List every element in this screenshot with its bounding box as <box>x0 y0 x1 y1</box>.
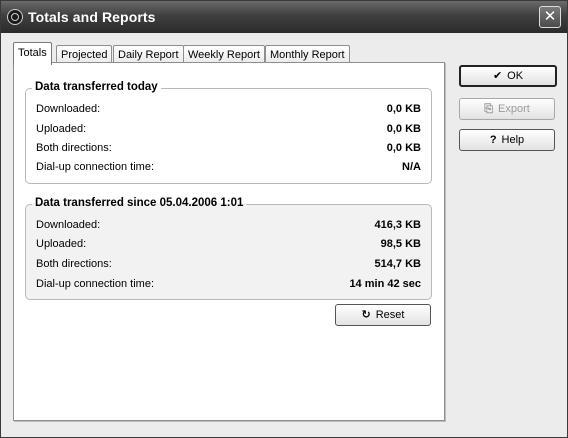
today-group: Data transferred today Downloaded: 0,0 K… <box>25 81 432 184</box>
question-icon: ? <box>489 134 497 146</box>
ok-button[interactable]: ✔ OK <box>459 65 557 87</box>
today-uploaded-row: Uploaded: 0,0 KB <box>36 121 421 137</box>
tab-label: Weekly Report <box>188 49 260 61</box>
help-label: Help <box>501 134 525 146</box>
reset-label: Reset <box>375 309 405 321</box>
row-value: 514,7 KB <box>374 258 421 270</box>
row-label: Dial-up connection time: <box>36 278 155 290</box>
since-downloaded-row: Downloaded: 416,3 KB <box>36 217 421 233</box>
totals-panel: Data transferred today Downloaded: 0,0 K… <box>13 62 445 421</box>
close-button[interactable]: ✕ <box>539 6 561 28</box>
row-value: 98,5 KB <box>380 238 421 250</box>
since-uploaded-row: Uploaded: 98,5 KB <box>36 236 421 252</box>
refresh-icon: ↻ <box>361 309 371 321</box>
today-dialup-row: Dial-up connection time: N/A <box>36 159 421 175</box>
totals-window: Totals and Reports ✕ Totals Projected Da… <box>0 0 568 438</box>
row-value: 0,0 KB <box>386 123 421 135</box>
row-value: 0,0 KB <box>386 142 421 154</box>
tab-label: Totals <box>18 47 47 59</box>
help-button[interactable]: ? Help <box>459 129 555 151</box>
tab-label: Daily Report <box>118 49 179 61</box>
since-dialup-row: Dial-up connection time: 14 min 42 sec <box>36 276 421 292</box>
row-label: Downloaded: <box>36 103 101 115</box>
row-value: 14 min 42 sec <box>349 278 421 290</box>
today-both-row: Both directions: 0,0 KB <box>36 140 421 156</box>
ok-label: OK <box>507 70 524 82</box>
row-value: 416,3 KB <box>374 219 421 231</box>
since-group-title: Data transferred since 05.04.2006 1:01 <box>32 197 247 209</box>
tab-totals[interactable]: Totals <box>13 42 52 65</box>
row-value: 0,0 KB <box>386 103 421 115</box>
reset-button[interactable]: ↻ Reset <box>335 304 431 326</box>
row-label: Uploaded: <box>36 123 87 135</box>
title-bar[interactable]: Totals and Reports ✕ <box>1 1 567 33</box>
row-label: Uploaded: <box>36 238 87 250</box>
tab-label: Monthly Report <box>270 49 345 61</box>
row-label: Both directions: <box>36 142 112 154</box>
row-label: Both directions: <box>36 258 112 270</box>
export-button[interactable]: ⎘ Export <box>459 98 555 120</box>
app-icon <box>7 9 23 25</box>
since-group: Data transferred since 05.04.2006 1:01 D… <box>25 197 432 300</box>
row-label: Dial-up connection time: <box>36 161 155 173</box>
close-icon: ✕ <box>543 8 557 25</box>
export-label: Export <box>498 103 530 115</box>
tab-label: Projected <box>61 49 108 61</box>
today-group-title: Data transferred today <box>32 81 161 93</box>
window-title: Totals and Reports <box>28 9 156 25</box>
checkmark-icon: ✔ <box>492 70 503 82</box>
row-label: Downloaded: <box>36 219 101 231</box>
since-both-row: Both directions: 514,7 KB <box>36 256 421 272</box>
row-value: N/A <box>402 161 421 173</box>
export-icon: ⎘ <box>484 103 493 115</box>
today-downloaded-row: Downloaded: 0,0 KB <box>36 101 421 117</box>
